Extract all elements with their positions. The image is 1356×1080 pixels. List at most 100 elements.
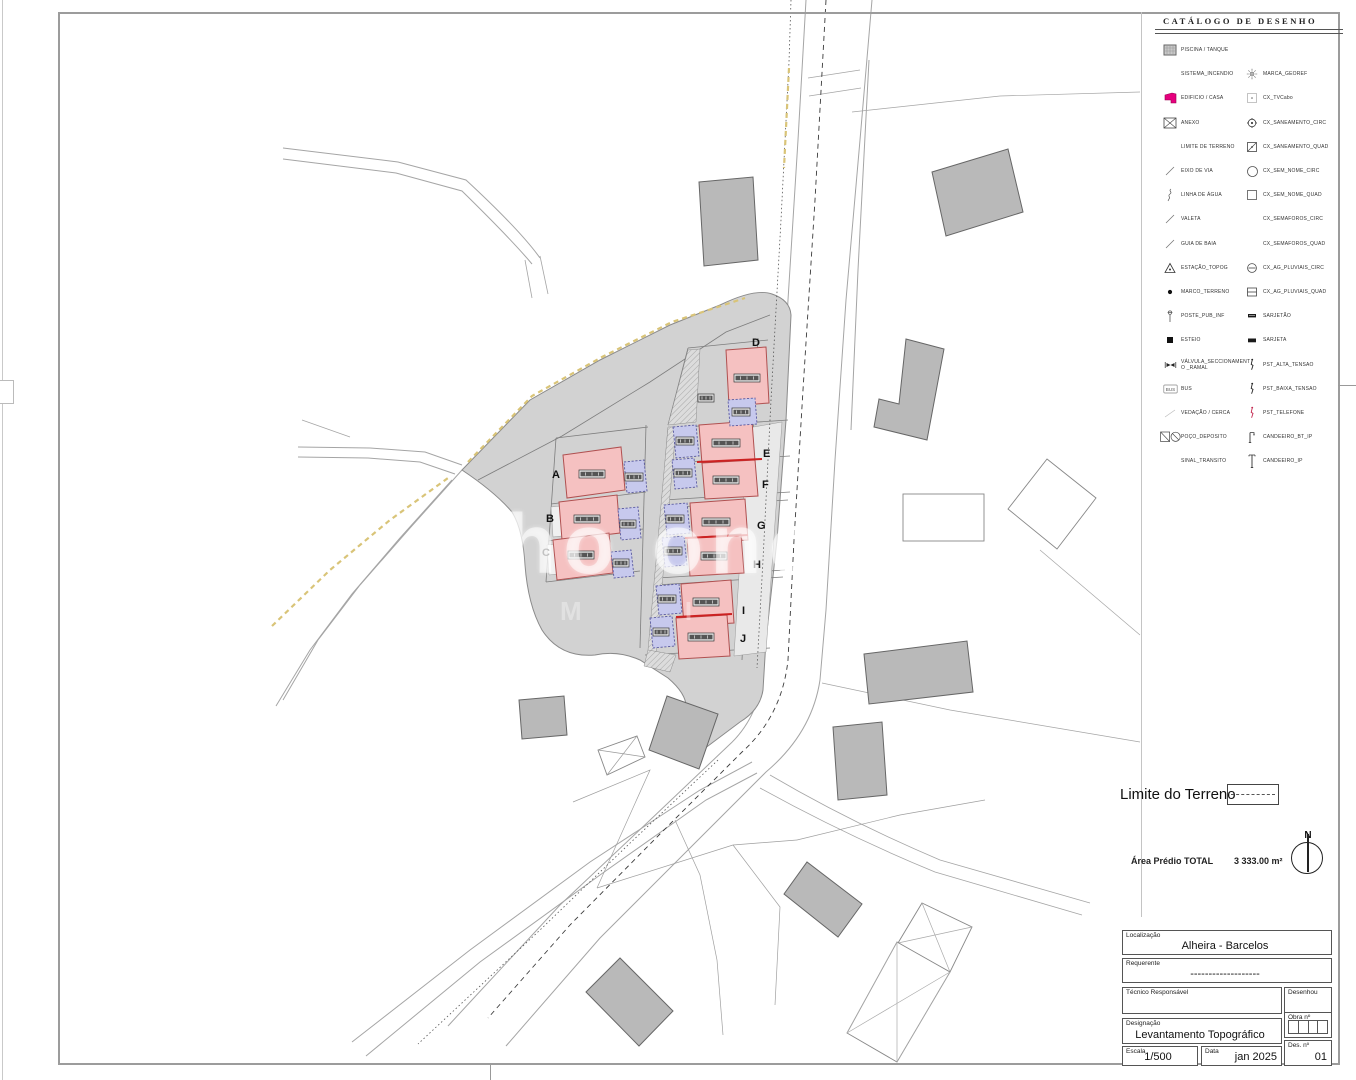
gearc-icon (1241, 117, 1263, 129)
legend-panel: CATÁLOGO DE DESENHO PISCINA / TANQUE SIST… (1155, 16, 1343, 473)
legend-item: CANDEEIRO_BT_IP (1241, 425, 1341, 449)
designacao-label: Designação (1126, 1020, 1160, 1027)
legend-row: SISTEMA_INCENDIOMARCA_GEOREF (1155, 62, 1343, 86)
legend-row: ANEXOCX_SANEAMENTO_CIRC (1155, 111, 1343, 135)
limite-terreno-swatch (1227, 784, 1279, 805)
legend-row: MARCO_TERRENOCX_AG_PLUVIAIS_QUAD (1155, 280, 1343, 304)
legend-item-label: CX_AG_PLUVIAIS_QUAD (1263, 289, 1335, 295)
circ-icon (1241, 165, 1263, 178)
tecnico-label: Técnico Responsável (1126, 989, 1188, 996)
legend-item-label: CX_SEMAFOROS_CIRC (1263, 216, 1335, 222)
building-icon (1159, 92, 1181, 104)
des-numero-label: Des. nº (1288, 1042, 1309, 1049)
field-desenhou: Desenhou (1284, 987, 1332, 1014)
field-data: Data jan 2025 (1201, 1046, 1282, 1066)
sminus-icon (1241, 286, 1263, 298)
sheet-inner-divider (1141, 12, 1142, 917)
legend-title: CATÁLOGO DE DESENHO (1155, 16, 1343, 26)
diag-icon (1159, 165, 1181, 177)
lamp-icon (1241, 430, 1263, 444)
legend-row: EIXO DE VIACX_SEM_NOME_CIRC (1155, 159, 1343, 183)
requerente-label: Requerente (1126, 960, 1160, 967)
legend-row: PISCINA / TANQUE (1155, 38, 1343, 62)
lamptall-icon (1241, 453, 1263, 469)
legend-item: MARCA_GEOREF (1241, 62, 1341, 86)
legend-item-label: CANDEEIRO_IP (1263, 458, 1335, 464)
legend-row: VÁLVULA_SECCIONAMENTO _RAMALPST_ALTA_TEN… (1155, 352, 1343, 376)
legend-item: PST_BAIXA_TENSAO (1241, 377, 1341, 401)
drawing-sheet: { "catalog": { "title": "CATÁLOGO DE DES… (0, 0, 1356, 1080)
bolt-icon (1241, 358, 1263, 371)
dashed-line-sample (1231, 794, 1275, 795)
escala-value: 1/500 (1123, 1051, 1193, 1063)
valve-icon (1159, 359, 1181, 371)
sqdiag-icon (1241, 141, 1263, 153)
sheet-outer-edge (2, 0, 3, 1080)
north-arrow: N (1290, 832, 1326, 878)
legend-item-label: PST_ALTA_TENSAO (1263, 362, 1335, 368)
localizacao-value: Alheira - Barcelos (1123, 940, 1327, 952)
legend-row: POSTE_PUB_INFSARJETÃO (1155, 304, 1343, 328)
triangle-icon (1159, 262, 1181, 274)
legend-row: GUIA DE BAIACX_SEMAFOROS_QUAD (1155, 232, 1343, 256)
legend-title-rule (1155, 29, 1343, 34)
field-designacao: Designação Levantamento Topográfico (1122, 1018, 1282, 1044)
sheet-frame (58, 12, 1340, 1065)
legend-item-label: SARJETÃO (1263, 313, 1335, 319)
legend-row: EDIFICIO / CASACX_TVCabo (1155, 86, 1343, 110)
localizacao-label: Localização (1126, 932, 1160, 939)
sqfill-icon (1159, 334, 1181, 346)
legend-item: CX_SEMAFOROS_CIRC (1241, 207, 1341, 231)
legend-item: SARJETA (1241, 328, 1341, 352)
legend-row: LINHA DE ÁGUACX_SEM_NOME_QUAD (1155, 183, 1343, 207)
legend-item-label: CX_SANEAMENTO_QUAD (1263, 144, 1335, 150)
field-escala: Escala 1/500 (1122, 1046, 1198, 1066)
legend-item: CX_AG_PLUVIAIS_QUAD (1241, 280, 1341, 304)
title-block: Localização Alheira - Barcelos Requerent… (1120, 926, 1336, 1066)
legend-row: BUSBUSPST_BAIXA_TENSAO (1155, 377, 1343, 401)
des-numero-value: 01 (1285, 1051, 1327, 1063)
legend-item: CX_SEM_NOME_QUAD (1241, 183, 1341, 207)
designacao-value: Levantamento Topográfico (1123, 1029, 1277, 1041)
legend-item-label: CX_SEM_NOME_CIRC (1263, 168, 1335, 174)
data-value: jan 2025 (1202, 1051, 1277, 1063)
fold-mark-left (0, 380, 14, 404)
legend-item-label: MARCA_GEOREF (1263, 71, 1335, 77)
diag-icon (1159, 213, 1181, 225)
legend-item: CX_SEMAFOROS_QUAD (1241, 232, 1341, 256)
legend-item-label: CX_SEMAFOROS_QUAD (1263, 241, 1335, 247)
pool-icon (1159, 44, 1181, 56)
fence-icon (1159, 407, 1181, 419)
legend-item-label: CANDEEIRO_BT_IP (1263, 434, 1335, 440)
field-tecnico: Técnico Responsável (1122, 987, 1282, 1014)
field-des-numero: Des. nº 01 (1284, 1040, 1332, 1066)
legend-row: VEDAÇÃO / CERCAPST_TELEFONE (1155, 401, 1343, 425)
diag-icon (1159, 238, 1181, 250)
pole-icon (1159, 310, 1181, 323)
legend-item-label: CX_SEM_NOME_QUAD (1263, 192, 1335, 198)
obra-number-cells (1288, 1020, 1328, 1034)
legend-item: CX_TVCabo (1241, 86, 1341, 110)
legend-item: PST_TELEFONE (1241, 401, 1341, 425)
north-needle (1307, 834, 1309, 872)
area-predio-value: 3 333.00 m² (1234, 856, 1283, 866)
legend-item-label: PST_TELEFONE (1263, 410, 1335, 416)
legend-item: CX_AG_PLUVIAIS_CIRC (1241, 256, 1341, 280)
legend-item: CX_SANEAMENTO_QUAD (1241, 135, 1341, 159)
legend-item-label: CX_TVCabo (1263, 95, 1335, 101)
legend-row: ESTAÇÃO_TOPOGCX_AG_PLUVIAIS_CIRC (1155, 256, 1343, 280)
legend-row: LIMITE DE TERRENOCX_SANEAMENTO_QUAD (1155, 135, 1343, 159)
squiggle-icon (1159, 188, 1181, 202)
desenhou-label: Desenhou (1288, 989, 1318, 996)
boltred-icon (1241, 406, 1263, 419)
legend-item-label: SARJETA (1263, 337, 1335, 343)
cminus-icon (1241, 262, 1263, 274)
svg-text:BUS: BUS (1165, 387, 1174, 392)
field-obra: Obra nº (1284, 1012, 1332, 1038)
legend-item-label: CX_AG_PLUVIAIS_CIRC (1263, 265, 1335, 271)
dot-icon (1159, 286, 1181, 298)
legend-row: ESTEIOSARJETA (1155, 328, 1343, 352)
bus-icon: BUS (1159, 383, 1181, 395)
fold-mark-bottom (490, 1065, 491, 1080)
legend-item-label: PISCINA / TANQUE (1181, 47, 1253, 53)
